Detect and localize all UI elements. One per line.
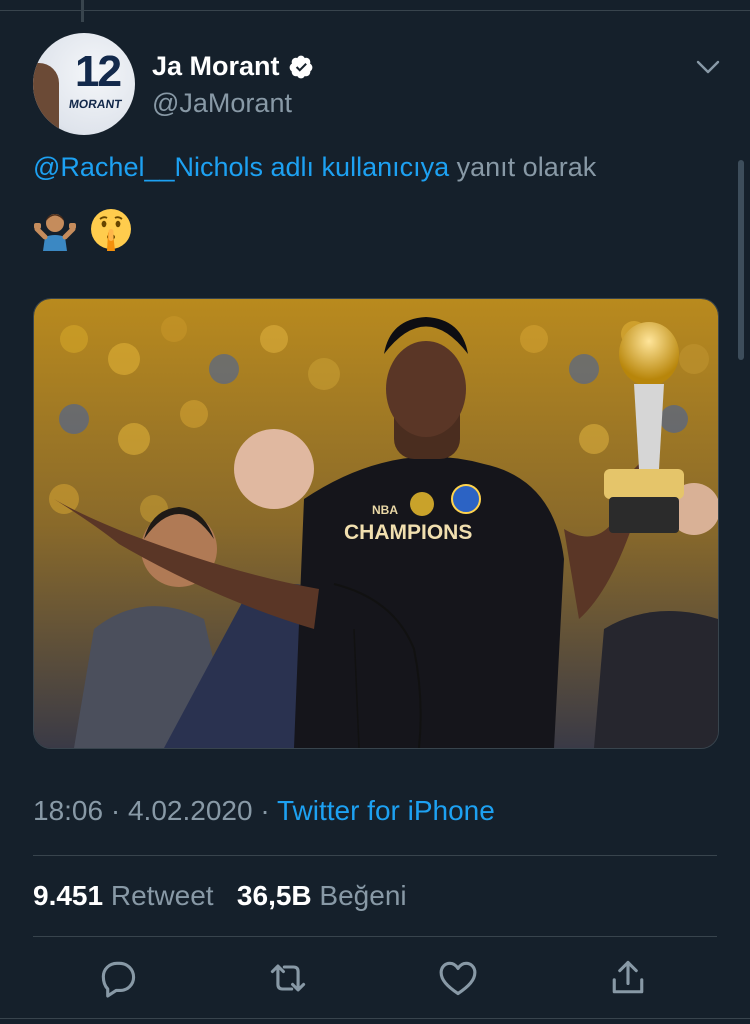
engagement-stats: 9.451 Retweet 36,5B Beğeni xyxy=(33,880,407,912)
timestamp-line: 18:06 · 4.02.2020 · Twitter for iPhone xyxy=(33,795,495,827)
tweet-time[interactable]: 18:06 xyxy=(33,795,103,826)
like-label: Beğeni xyxy=(319,880,407,911)
shirt-nba-text: NBA xyxy=(372,503,398,517)
like-stat[interactable]: 36,5B Beğeni xyxy=(237,880,407,911)
meta-separator: · xyxy=(260,795,270,826)
share-icon[interactable] xyxy=(606,956,650,1000)
thread-connector-line xyxy=(81,0,84,22)
meta-separator: · xyxy=(110,795,121,826)
reply-icon[interactable] xyxy=(96,956,140,1000)
avatar-jersey-name: MORANT xyxy=(68,97,123,111)
action-bar xyxy=(0,956,750,1004)
footer-border xyxy=(0,1018,750,1024)
championship-photo: NBA CHAMPIONS xyxy=(34,299,718,748)
like-count: 36,5B xyxy=(236,880,312,911)
display-name[interactable]: Ja Morant xyxy=(152,51,280,82)
shushing-face-emoji xyxy=(91,209,131,251)
shirt-champions-text: CHAMPIONS xyxy=(344,521,472,544)
author-name-row[interactable]: Ja Morant xyxy=(152,51,314,82)
retweet-label: Retweet xyxy=(110,880,214,911)
person-shrugging-emoji xyxy=(34,214,76,251)
retweet-icon[interactable] xyxy=(266,956,310,1000)
tweet-source-link[interactable]: Twitter for iPhone xyxy=(277,795,495,826)
author-handle[interactable]: @JaMorant xyxy=(152,88,292,119)
avatar-arm xyxy=(33,63,59,135)
tweet-date[interactable]: 4.02.2020 xyxy=(128,795,253,826)
avatar-jersey-number: 12 xyxy=(75,47,122,96)
scrollbar[interactable] xyxy=(738,160,744,360)
avatar[interactable]: 12 MORANT xyxy=(33,33,135,135)
retweet-count: 9.451 xyxy=(33,880,104,911)
like-icon[interactable] xyxy=(436,956,480,1000)
divider xyxy=(33,936,717,937)
reply-suffix: yanıt olarak xyxy=(456,152,597,182)
header-border xyxy=(0,0,750,11)
verified-badge-icon xyxy=(289,55,312,78)
reply-context: @Rachel__Nichols adlı kullanıcıya yanıt … xyxy=(33,152,596,183)
reply-mention-link[interactable]: @Rachel__Nichols adlı kullanıcıya xyxy=(33,152,449,182)
tweet-text xyxy=(33,207,133,251)
tweet-image[interactable]: NBA CHAMPIONS xyxy=(33,298,719,749)
retweet-stat[interactable]: 9.451 Retweet xyxy=(33,880,221,911)
divider xyxy=(33,855,717,856)
chevron-down-icon[interactable] xyxy=(695,56,721,78)
